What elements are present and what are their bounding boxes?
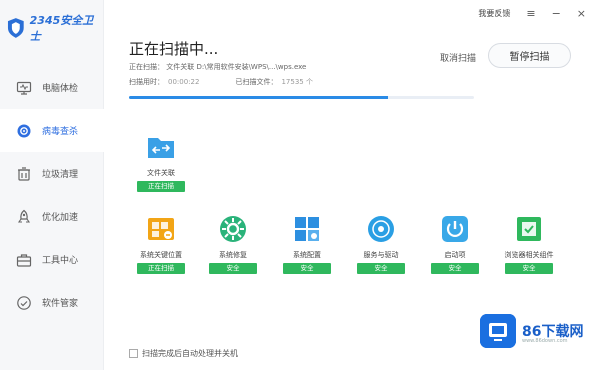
scan-item-status: 安全 (431, 263, 479, 274)
scan-item-system-repair: 系统修复 安全 (202, 214, 264, 274)
virus-scan-icon (17, 124, 31, 137)
scan-item-system-key-location: 系统关键位置 正在扫描 (130, 214, 192, 274)
scan-progress-bar (129, 96, 474, 99)
sidebar-item-software-manager[interactable]: 软件管家 (0, 281, 104, 324)
sidebar-item-label: 优化加速 (42, 213, 79, 223)
sidebar: 2345安全卫士 电脑体检 病毒查杀 垃圾清理 优化加速 工具中心 软件管家 (0, 0, 104, 370)
sidebar-item-tool-center[interactable]: 工具中心 (0, 238, 104, 281)
scan-count: 已扫描文件： 17535 个 (235, 77, 313, 87)
scan-item-label: 系统配置 (293, 251, 321, 259)
software-icon (17, 295, 31, 310)
sidebar-item-label: 病毒查杀 (42, 127, 79, 137)
scan-item-browser-component: 浏览器相关组件 安全 (498, 214, 560, 274)
feedback-button[interactable]: 我要反馈 (478, 8, 510, 19)
scan-time-label: 扫描用时： (129, 78, 164, 86)
scan-title: 正在扫描中... (129, 40, 219, 58)
service-driver-icon (366, 214, 396, 244)
sidebar-nav: 电脑体检 病毒查杀 垃圾清理 优化加速 工具中心 软件管家 (0, 66, 104, 324)
toolbox-icon (16, 253, 32, 267)
scan-item-status: 安全 (357, 263, 405, 274)
sidebar-item-junk-clean[interactable]: 垃圾清理 (0, 152, 104, 195)
scan-item-file-association: 文件关联 正在扫描 (130, 132, 192, 192)
sidebar-item-label: 工具中心 (42, 256, 79, 266)
scan-item-label: 服务与驱动 (363, 251, 399, 259)
sidebar-item-label: 软件管家 (42, 299, 79, 309)
scan-count-label: 已扫描文件： (235, 78, 278, 86)
system-repair-icon (218, 214, 248, 244)
monitor-icon (16, 81, 32, 95)
auto-shutdown-label: 扫描完成后自动处理并关机 (142, 349, 238, 358)
scan-item-status: 安全 (505, 263, 553, 274)
sidebar-item-label: 垃圾清理 (42, 170, 79, 180)
scan-item-label: 启动项 (444, 251, 466, 259)
scan-item-label: 文件关联 (147, 169, 175, 177)
scan-progress-fill (129, 96, 388, 99)
sidebar-item-label: 电脑体检 (42, 84, 79, 94)
minimize-icon[interactable]: − (552, 8, 561, 19)
scan-item-service-driver: 服务与驱动 安全 (350, 214, 412, 274)
auto-shutdown-checkbox[interactable] (129, 349, 138, 358)
menu-icon[interactable]: ≡ (526, 8, 535, 19)
watermark-sub: www.86down.com (522, 338, 568, 344)
scan-item-status: 安全 (283, 263, 331, 274)
watermark-logo (480, 314, 516, 348)
app-logo: 2345安全卫士 (6, 12, 103, 44)
scan-time: 扫描用时： 00:00:22 (129, 77, 199, 87)
current-scan-label: 正在扫描： (129, 63, 164, 71)
logo-text: 2345安全卫士 (29, 14, 94, 43)
shield-logo-icon (7, 18, 24, 38)
current-scan-value: 文件关联 D:\常用软件安装\WPS\...\wps.exe (166, 63, 307, 71)
system-key-location-icon (146, 214, 176, 244)
scan-item-system-config: 系统配置 安全 (276, 214, 338, 274)
scan-item-label: 系统修复 (219, 251, 247, 259)
close-icon[interactable]: × (577, 8, 586, 19)
current-scan-target: 正在扫描： 文件关联 D:\常用软件安装\WPS\...\wps.exe (129, 62, 306, 72)
scan-count-value: 17535 个 (281, 78, 313, 86)
file-association-icon (146, 132, 176, 162)
browser-component-icon (514, 214, 544, 244)
startup-icon (440, 214, 470, 244)
window-titlebar: 我要反馈 ≡ − × (478, 8, 586, 19)
pause-scan-button[interactable]: 暂停扫描 (488, 43, 571, 68)
system-config-icon (292, 214, 322, 244)
scan-item-startup: 启动项 安全 (424, 214, 486, 274)
cancel-scan-button[interactable]: 取消扫描 (440, 51, 476, 64)
rocket-icon (17, 209, 31, 223)
scan-item-status: 正在扫描 (137, 181, 185, 192)
scan-item-status: 正在扫描 (137, 263, 185, 274)
scan-time-value: 00:00:22 (168, 78, 200, 86)
auto-shutdown-option[interactable]: 扫描完成后自动处理并关机 (129, 348, 238, 359)
scan-item-status: 安全 (209, 263, 257, 274)
scan-stats: 扫描用时： 00:00:22 已扫描文件： 17535 个 (129, 77, 313, 87)
sidebar-item-virus-scan[interactable]: 病毒查杀 (0, 109, 104, 152)
watermark: 86下载网 www.86down.com (480, 314, 583, 348)
sidebar-item-pc-checkup[interactable]: 电脑体检 (0, 66, 104, 109)
sidebar-item-optimize[interactable]: 优化加速 (0, 195, 104, 238)
scan-item-label: 系统关键位置 (140, 251, 182, 259)
scan-item-label: 浏览器相关组件 (504, 251, 554, 259)
trash-icon (18, 166, 30, 181)
